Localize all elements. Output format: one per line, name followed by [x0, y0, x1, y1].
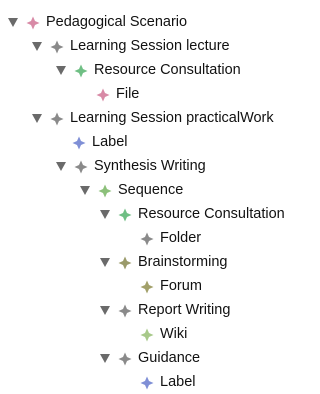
tree-node-file[interactable]: File — [0, 82, 310, 106]
tree-node-wiki[interactable]: Wiki — [0, 322, 310, 346]
expand-toggle-icon[interactable] — [8, 18, 18, 27]
tree-node-label: Label — [160, 374, 196, 390]
diamond-icon — [50, 40, 64, 54]
tree-node-learning-session-lecture[interactable]: Learning Session lecture — [0, 34, 310, 58]
tree-node-label: Sequence — [118, 182, 184, 198]
expand-toggle-icon[interactable] — [56, 66, 66, 75]
tree-node-label: Forum — [160, 278, 202, 294]
tree-node-sequence[interactable]: Sequence — [0, 178, 310, 202]
tree-node-label[interactable]: Label — [0, 130, 310, 154]
diamond-icon — [74, 64, 88, 78]
expand-toggle-icon[interactable] — [100, 258, 110, 267]
tree-node-guidance[interactable]: Guidance — [0, 346, 310, 370]
expand-toggle-icon[interactable] — [100, 306, 110, 315]
diamond-icon — [74, 160, 88, 174]
expand-toggle-icon[interactable] — [100, 354, 110, 363]
tree-node-label: Folder — [160, 230, 202, 246]
tree-node-label: Learning Session practicalWork — [70, 110, 274, 126]
tree-node-synthesis-writing[interactable]: Synthesis Writing — [0, 154, 310, 178]
tree-node-label: Report Writing — [138, 302, 231, 318]
expand-toggle-icon[interactable] — [32, 114, 42, 123]
diamond-icon — [50, 112, 64, 126]
diamond-icon — [140, 376, 154, 390]
expand-toggle-icon[interactable] — [80, 186, 90, 195]
diamond-icon — [118, 256, 132, 270]
diamond-icon — [118, 304, 132, 318]
tree-node-report-writing[interactable]: Report Writing — [0, 298, 310, 322]
diamond-icon — [118, 208, 132, 222]
tree-node-label: Synthesis Writing — [94, 158, 206, 174]
expand-toggle-icon[interactable] — [100, 210, 110, 219]
tree-node-learning-session-practicalwork[interactable]: Learning Session practicalWork — [0, 106, 310, 130]
diamond-icon — [118, 352, 132, 366]
tree-node-resource-consultation[interactable]: Resource Consultation — [0, 58, 310, 82]
tree-node-label: Resource Consultation — [138, 206, 285, 222]
tree-node-pedagogical-scenario[interactable]: Pedagogical Scenario — [0, 10, 310, 34]
tree-node-brainstorming[interactable]: Brainstorming — [0, 250, 310, 274]
tree-node-label[interactable]: Label — [0, 370, 310, 394]
tree-node-label: Resource Consultation — [94, 62, 241, 78]
tree-node-label: Brainstorming — [138, 254, 228, 270]
tree-node-label: Wiki — [160, 326, 188, 342]
tree-node-forum[interactable]: Forum — [0, 274, 310, 298]
diamond-icon — [140, 328, 154, 342]
diamond-icon — [72, 136, 86, 150]
expand-toggle-icon[interactable] — [56, 162, 66, 171]
tree-node-label: Learning Session lecture — [70, 38, 230, 54]
tree-node-folder[interactable]: Folder — [0, 226, 310, 250]
tree-node-label: Label — [92, 134, 128, 150]
diamond-icon — [98, 184, 112, 198]
tree-node-label: Pedagogical Scenario — [46, 14, 188, 30]
diamond-icon — [96, 88, 110, 102]
tree-node-label: File — [116, 86, 140, 102]
expand-toggle-icon[interactable] — [32, 42, 42, 51]
tree-node-resource-consultation[interactable]: Resource Consultation — [0, 202, 310, 226]
tree-node-label: Guidance — [138, 350, 201, 366]
scenario-tree: Pedagogical Scenario Learning Session le… — [0, 10, 310, 394]
diamond-icon — [140, 232, 154, 246]
diamond-icon — [140, 280, 154, 294]
diamond-icon — [26, 16, 40, 30]
